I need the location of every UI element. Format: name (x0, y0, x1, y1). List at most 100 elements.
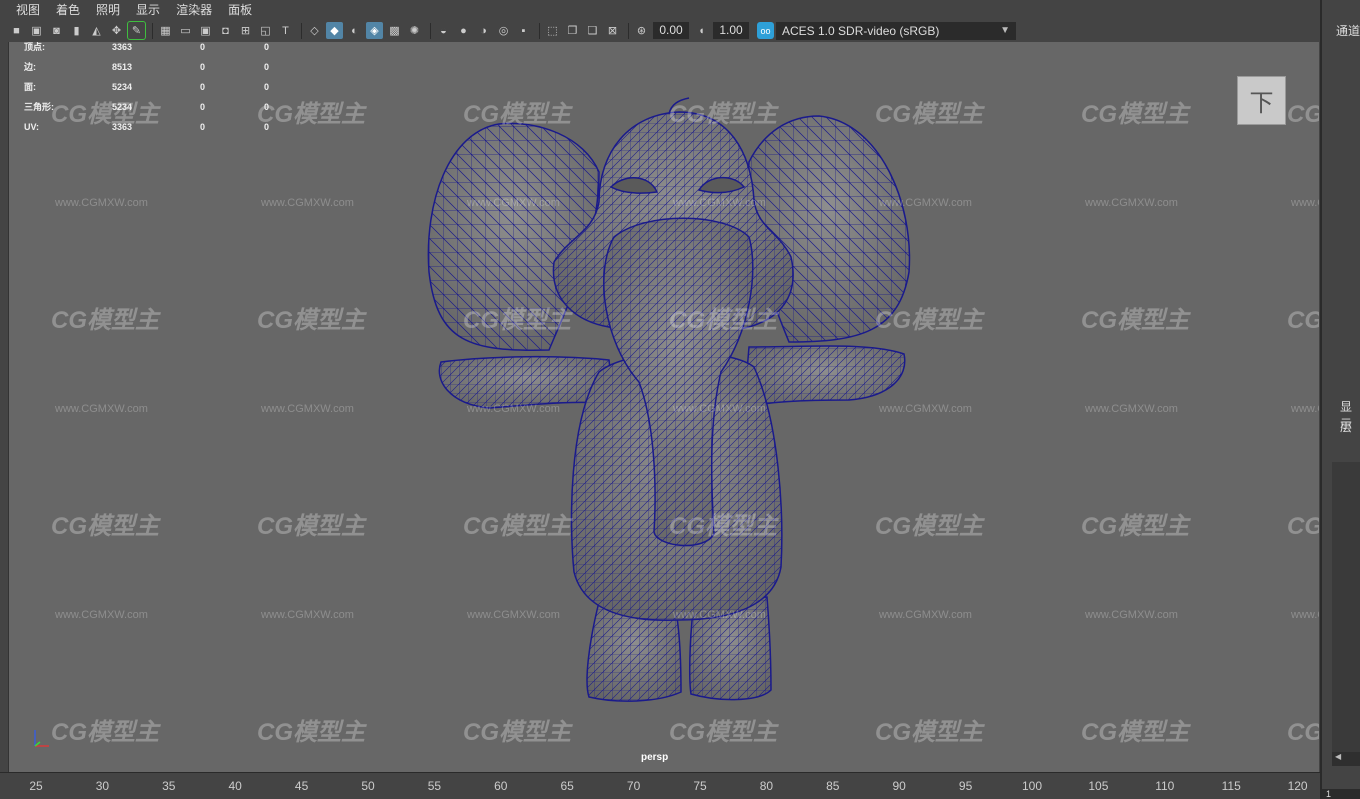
hud-row-faces: 面: 5234 0 0 (24, 82, 284, 102)
watermark-logo: CG模型主 (51, 513, 159, 540)
watermark-url: www.CGMXW.com (673, 403, 766, 415)
time-tick-label: 35 (162, 779, 176, 793)
channel-box-tab[interactable]: 通道 (1336, 22, 1360, 39)
smooth-shade-icon[interactable]: ◆ (326, 22, 343, 39)
scroll-left-icon[interactable]: ◀ (1332, 752, 1360, 766)
watermark-url: www.CGMXW.com (55, 403, 148, 415)
time-tick-label: 120 (1287, 779, 1308, 793)
3d-viewport[interactable]: CG模型主 CG模型主 CG模型主 CG模型主 www.CGMXW.com www.CGM… (8, 42, 1319, 772)
layer-list[interactable] (1332, 462, 1360, 752)
hud-value: 0 (264, 82, 270, 92)
watermark-url: www.CGMXW.com (467, 609, 560, 621)
xray-icon[interactable]: ❐ (564, 22, 581, 39)
watermark-logo: CG模型主 (257, 513, 365, 540)
watermark-url: www.CGMXW.com (55, 609, 148, 621)
hud-value: 0 (200, 82, 206, 92)
isolate-select-icon[interactable]: ⬚ (544, 22, 561, 39)
grid-icon[interactable]: ▦ (157, 22, 174, 39)
hud-value: 0 (200, 102, 206, 112)
hud-value: 0 (200, 42, 206, 52)
watermark-url: www.CGMXW.com (261, 609, 354, 621)
xray-active-components-icon[interactable]: ❑ (584, 22, 601, 39)
resolution-gate-icon[interactable]: ▣ (197, 22, 214, 39)
screen-space-ao-icon[interactable]: ● (455, 22, 472, 39)
bookmark-icon[interactable]: ▮ (68, 22, 85, 39)
field-chart-icon[interactable]: ⊞ (237, 22, 254, 39)
gate-mask-icon[interactable]: ◘ (217, 22, 234, 39)
watermark-logo: CG模型主 (875, 513, 983, 540)
wireframe-icon[interactable]: ◇ (306, 22, 323, 39)
watermark-url: www.CGMXW.com (467, 403, 560, 415)
toolbar-separator (539, 22, 540, 39)
film-gate-icon[interactable]: ▭ (177, 22, 194, 39)
watermark-url: www.CGMXW.com (467, 197, 560, 209)
watermark-logo: CG模型主 (51, 719, 159, 746)
watermark-logo: CG模型主 (875, 307, 983, 334)
menu-view[interactable]: 视图 (16, 1, 40, 18)
color-management-icon[interactable]: oo (757, 22, 774, 39)
safe-action-icon[interactable]: ◱ (257, 22, 274, 39)
toolbar-separator (152, 22, 153, 39)
use-default-material-icon[interactable]: ◐ (346, 22, 363, 39)
chevron-down-icon: ▼ (1000, 24, 1010, 36)
camera-select-icon[interactable]: ■ (8, 22, 25, 39)
anti-aliasing-icon[interactable]: ◎ (495, 22, 512, 39)
exposure-icon[interactable]: ⊛ (633, 22, 650, 39)
right-arm-mesh (744, 345, 905, 407)
time-tick-label: 90 (892, 779, 906, 793)
time-tick-label: 75 (693, 779, 707, 793)
image-plane-icon[interactable]: ◭ (88, 22, 105, 39)
watermark-logo: CG模型主 (1081, 719, 1189, 746)
time-tick-label: 65 (560, 779, 574, 793)
hud-row-triangles: 三角形: 5234 0 0 (24, 102, 284, 122)
time-tick-label: 105 (1088, 779, 1109, 793)
watermark-url: www.CGMXW.com (1291, 197, 1319, 209)
menu-lighting[interactable]: 照明 (96, 1, 120, 18)
hud-label: 面: (24, 82, 36, 92)
menu-shading[interactable]: 着色 (56, 1, 80, 18)
menu-renderer[interactable]: 渲染器 (176, 1, 212, 18)
time-tick-label: 30 (95, 779, 110, 793)
menu-panels[interactable]: 面板 (228, 1, 252, 18)
shadows-icon[interactable]: ◒ (435, 22, 452, 39)
watermark-url: www.CGMXW.com (879, 609, 972, 621)
camera-name-label: persp (641, 752, 669, 763)
depth-of-field-icon[interactable]: ▪ (515, 22, 532, 39)
camera-attributes-icon[interactable]: ▣ (28, 22, 45, 39)
time-slider-ticks: 25 30 35 40 45 50 55 60 65 70 75 80 85 90 95 100 105 110 1… (0, 779, 1320, 793)
view-cube[interactable]: 下 (1237, 76, 1286, 125)
watermark-url: www.CGMXW.com (673, 609, 766, 621)
2d-pan-zoom-icon[interactable]: ✥ (108, 22, 125, 39)
watermark-logo: CG模型主 (257, 719, 365, 746)
time-tick-label: 85 (826, 779, 840, 793)
lights-icon[interactable]: ✺ (406, 22, 423, 39)
exposure-field[interactable]: 0.00 (653, 22, 689, 39)
menu-show[interactable]: 显示 (136, 1, 160, 18)
watermark-url: www.CGMXW.com (1085, 609, 1178, 621)
hud-value: 0 (264, 122, 270, 132)
hud-value: 0 (264, 62, 270, 72)
hud-value: 3363 (112, 122, 133, 132)
motion-blur-icon[interactable]: ◑ (475, 22, 492, 39)
gamma-icon[interactable]: ◖ (693, 22, 710, 39)
textured-icon[interactable]: ▩ (386, 22, 403, 39)
hud-row-edges: 边: 8513 0 0 (24, 62, 284, 82)
safe-title-icon[interactable]: T (277, 22, 294, 39)
watermark-logo: CG模型主 (463, 719, 571, 746)
wireframe-on-shaded-icon[interactable]: ◈ (366, 22, 383, 39)
hud-value: 3363 (112, 42, 133, 52)
layer-tab[interactable]: 层 (1340, 418, 1352, 435)
camera-bookmark-icon[interactable]: ◙ (48, 22, 65, 39)
hud-label: 顶点: (24, 42, 45, 52)
frame-field[interactable]: 1 (1322, 789, 1360, 799)
watermark-url: www.CGMXW.com (1085, 403, 1178, 415)
watermark-url: www.CGMXW.com (1291, 609, 1319, 621)
time-tick-label: 50 (361, 779, 375, 793)
grease-pencil-icon[interactable]: ✎ (127, 21, 146, 40)
hud-value: 0 (264, 42, 270, 52)
time-slider[interactable]: 25 30 35 40 45 50 55 60 65 70 75 80 85 90 95 100 105 110 1… (0, 772, 1320, 799)
view-transform-dropdown[interactable]: ACES 1.0 SDR-video (sRGB) ▼ (776, 21, 1016, 40)
xray-joints-icon[interactable]: ⊠ (604, 22, 621, 39)
channel-box-panel: 通道 显示 层 ◀ 1 (1320, 0, 1360, 799)
gamma-field[interactable]: 1.00 (713, 22, 749, 39)
